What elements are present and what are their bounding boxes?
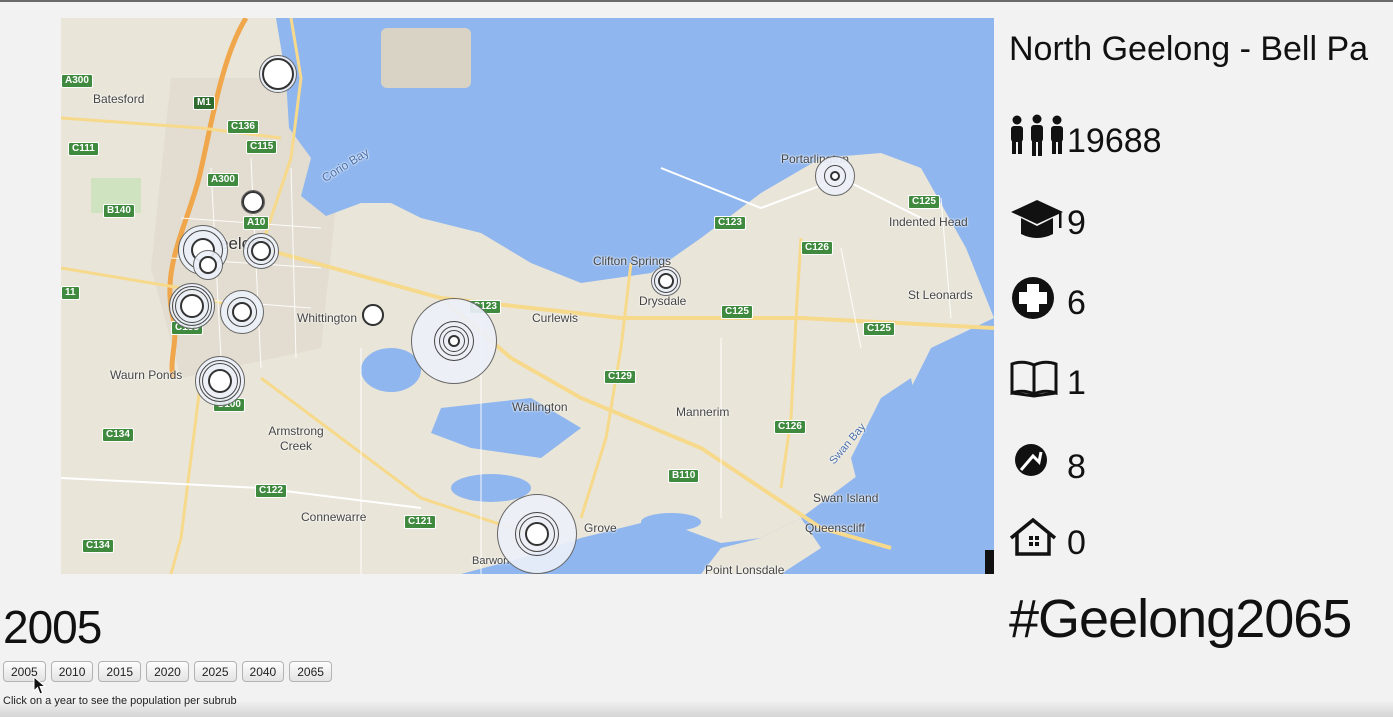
place-connewarre: Connewarre: [301, 510, 367, 524]
population-marker[interactable]: [815, 156, 855, 196]
road-shield: C125: [908, 195, 940, 209]
stat-population: 19688: [1009, 114, 1162, 158]
year-button-2040[interactable]: 2040: [241, 661, 285, 682]
road-shield: A300: [61, 74, 93, 88]
book-icon: [1010, 360, 1058, 398]
road-shield: B140: [103, 204, 135, 218]
year-button-2065[interactable]: 2065: [289, 661, 332, 682]
health-value: 6: [1067, 284, 1086, 322]
medical-cross-icon: [1012, 277, 1054, 319]
place-waurn-ponds: Waurn Ponds: [110, 368, 183, 382]
road-shield: M1: [193, 96, 215, 110]
place-grove: Grove: [584, 521, 617, 535]
road-shield: B110: [668, 469, 700, 483]
place-curlewis: Curlewis: [532, 311, 579, 325]
libraries-value: 1: [1067, 364, 1086, 402]
road-shield: C134: [82, 539, 114, 553]
map-resize-handle[interactable]: [985, 550, 994, 574]
year-button-2020[interactable]: 2020: [146, 661, 189, 682]
place-mannerim: Mannerim: [676, 405, 730, 419]
population-marker[interactable]: [241, 190, 265, 214]
road-shield: C125: [863, 322, 895, 336]
population-marker[interactable]: [220, 290, 264, 334]
population-marker[interactable]: [259, 55, 297, 93]
place-indented-head: Indented Head: [889, 215, 968, 229]
place-drysdale: Drysdale: [639, 294, 687, 308]
place-batesford: Batesford: [93, 92, 145, 106]
road-shield: C136: [227, 120, 259, 134]
population-value: 19688: [1067, 122, 1162, 160]
mouse-cursor-icon: [33, 676, 47, 695]
year-hint-text: Click on a year to see the population pe…: [3, 695, 237, 707]
place-wallington: Wallington: [512, 400, 568, 414]
population-marker[interactable]: [651, 266, 681, 296]
road-shield: C134: [102, 428, 134, 442]
population-marker[interactable]: [497, 494, 577, 574]
place-whittington: Whittington: [297, 311, 358, 325]
population-marker[interactable]: [362, 304, 384, 326]
population-marker[interactable]: [169, 283, 215, 329]
road-shield: C111: [68, 142, 99, 156]
road-shield: C123: [714, 216, 746, 230]
population-marker[interactable]: [243, 233, 279, 269]
road-shield: C125: [721, 305, 753, 319]
place-queenscliff: Queenscliff: [805, 521, 865, 535]
year-button-2015[interactable]: 2015: [98, 661, 142, 682]
road-shield: C121: [404, 515, 436, 529]
population-marker[interactable]: [195, 356, 245, 406]
graduation-cap-icon: [1011, 200, 1063, 238]
stat-health: 6: [1009, 276, 1086, 320]
stat-sport: 8: [1009, 440, 1086, 484]
road-shield: A300: [207, 173, 239, 187]
place-st-leonards: St Leonards: [908, 288, 973, 302]
road-shield: C126: [774, 420, 806, 434]
suburb-title: North Geelong - Bell Pa: [1009, 30, 1369, 68]
road-shield: C115: [246, 140, 278, 154]
road-shield: 11: [61, 286, 80, 300]
road-shield: C126: [801, 241, 833, 255]
road-shield: C129: [604, 370, 636, 384]
stat-libraries: 1: [1009, 356, 1086, 400]
place-point-lonsdale: Point Lonsdale: [705, 563, 785, 574]
schools-value: 9: [1067, 204, 1086, 242]
sport-value: 8: [1067, 448, 1086, 486]
year-button-group: 2005 2010 2015 2020 2025 2040 2065: [3, 661, 332, 682]
place-swan-island: Swan Island: [813, 491, 879, 505]
sport-icon: [1015, 444, 1047, 476]
population-marker[interactable]: [193, 250, 223, 280]
population-marker[interactable]: [411, 298, 497, 384]
population-icon: [1011, 114, 1063, 156]
house-icon: [1009, 517, 1057, 556]
year-button-2010[interactable]: 2010: [50, 661, 94, 682]
stat-schools: 9: [1009, 196, 1086, 240]
place-clifton-springs: Clifton Springs: [593, 254, 672, 268]
map[interactable]: Corio Bay Swan Bay Batesford Whittington…: [61, 18, 994, 574]
housing-value: 0: [1067, 524, 1086, 562]
place-armstrong-creek: Armstrong Creek: [268, 424, 324, 453]
stat-housing: 0: [1009, 516, 1086, 560]
road-shield: C122: [255, 484, 287, 498]
top-border: [0, 0, 1393, 2]
road-shield: A10: [243, 216, 270, 230]
hashtag: #Geelong2065: [1009, 589, 1352, 649]
year-button-2025[interactable]: 2025: [193, 661, 237, 682]
current-year: 2005: [3, 601, 102, 653]
